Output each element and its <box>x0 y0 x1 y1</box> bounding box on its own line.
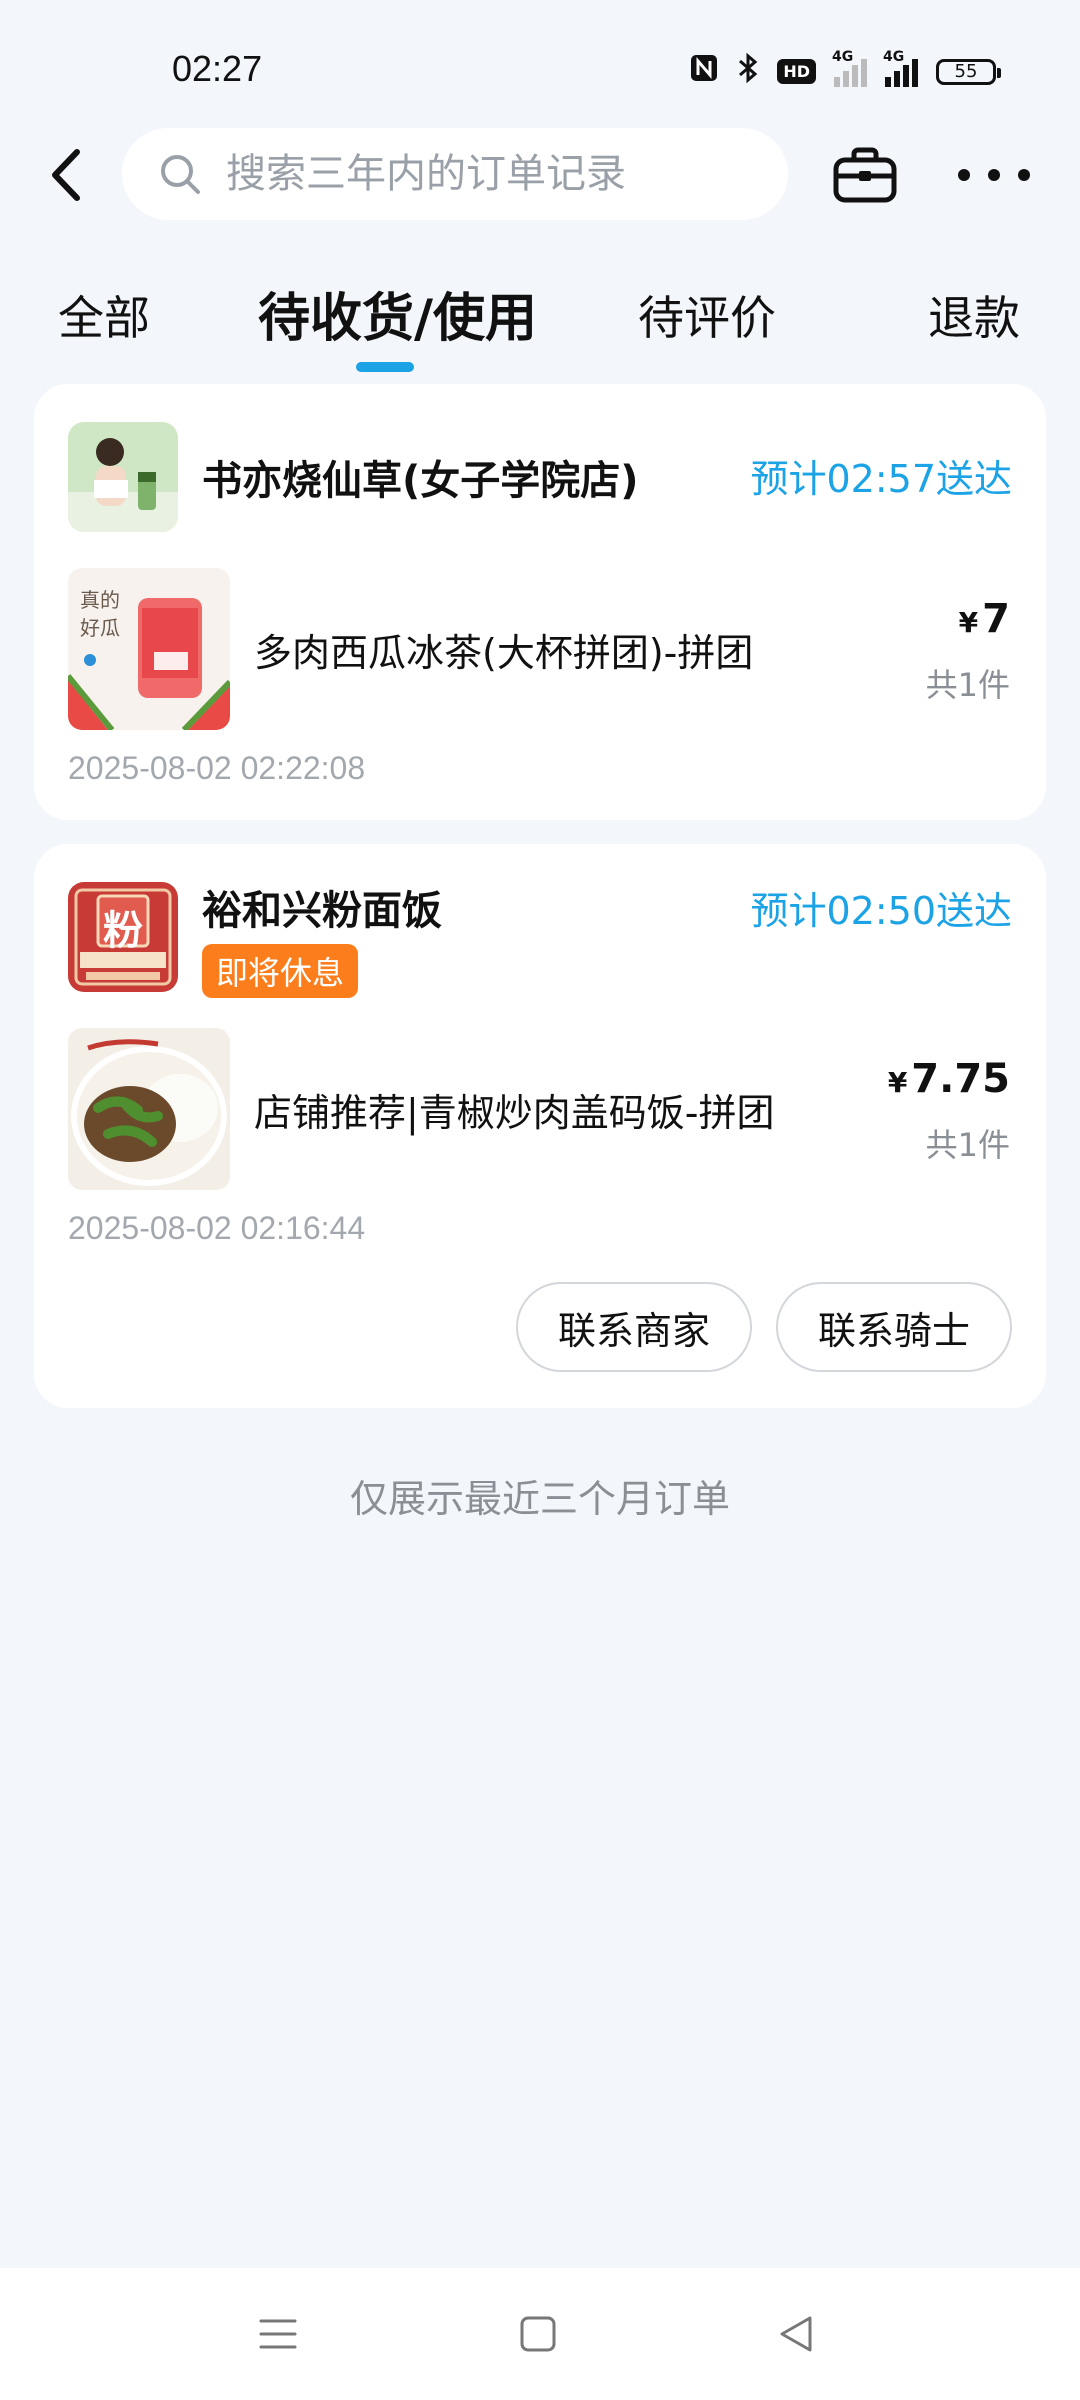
contact-merchant-button[interactable]: 联系商家 <box>516 1282 752 1372</box>
item-name[interactable]: 多肉西瓜冰茶(大杯拼团)-拼团 <box>254 622 753 677</box>
home-button[interactable] <box>508 2304 568 2364</box>
tab-pending-review[interactable]: 待评价 <box>638 282 776 348</box>
item-name[interactable]: 店铺推荐|青椒炒肉盖码饭-拼团 <box>254 1082 775 1137</box>
status-time: 02:27 <box>172 48 263 89</box>
delivery-eta: 预计02:50送达 <box>750 889 1012 933</box>
shop-logo[interactable]: 粉 <box>68 882 178 992</box>
search-bar[interactable] <box>122 128 788 220</box>
battery-icon: 55 <box>936 58 1001 85</box>
thumb-caption: 真的好瓜 <box>80 588 120 640</box>
tab-pending-receipt[interactable]: 待收货/使用 <box>258 276 537 351</box>
shop-name[interactable]: 裕和兴粉面饭 <box>202 878 442 936</box>
item-price: ¥7 <box>959 596 1010 642</box>
search-input[interactable] <box>224 150 748 198</box>
more-icon <box>958 169 970 181</box>
price-amount: 7.75 <box>911 1056 1010 1102</box>
battery-level: 55 <box>954 61 978 82</box>
order-card[interactable]: 粉 裕和兴粉面饭 即将休息 预计02:50送达 店铺推荐|青椒炒肉盖码饭-拼团 … <box>34 844 1046 1408</box>
item-thumbnail[interactable] <box>68 1028 230 1190</box>
currency-symbol: ¥ <box>958 606 979 639</box>
back-nav-button[interactable] <box>766 2304 826 2364</box>
delivery-eta: 预计02:57送达 <box>750 457 1012 501</box>
footer-note: 仅展示最近三个月订单 <box>349 1477 730 1521</box>
tab-refund[interactable]: 退款 <box>928 282 1020 348</box>
menu-icon <box>259 2319 297 2349</box>
item-price: ¥7.75 <box>888 1056 1010 1102</box>
more-button[interactable] <box>958 150 1030 200</box>
network-type: 4G <box>832 48 854 65</box>
toolbox-icon <box>833 147 897 203</box>
system-nav-bar <box>0 2268 1080 2400</box>
price-amount: 7 <box>982 596 1010 642</box>
item-thumbnail[interactable]: 真的好瓜 <box>68 568 230 730</box>
item-quantity: 共1件 <box>925 666 1010 704</box>
toolbox-button[interactable] <box>830 140 900 210</box>
order-card[interactable]: 书亦烧仙草(女子学院店) 预计02:57送达 真的好瓜 多肉西瓜冰茶(大杯拼团)… <box>34 384 1046 820</box>
active-tab-indicator <box>356 362 414 372</box>
order-tabs: 全部 待收货/使用 待评价 退款 <box>0 270 1080 380</box>
contact-rider-button[interactable]: 联系骑士 <box>776 1282 1012 1372</box>
back-button[interactable] <box>40 140 92 210</box>
status-icons: HD 4G 4G 55 <box>689 49 1001 91</box>
network-type: 4G <box>883 48 905 65</box>
bluetooth-icon <box>737 52 759 91</box>
status-bar: 02:27 HD 4G 4G 55 <box>0 0 1080 120</box>
signal-icon: 4G <box>883 49 918 87</box>
tab-all[interactable]: 全部 <box>58 282 150 348</box>
nfc-icon <box>689 53 719 90</box>
logo-text: 粉 <box>103 908 143 954</box>
order-time: 2025-08-02 02:22:08 <box>68 750 366 786</box>
shop-name[interactable]: 书亦烧仙草(女子学院店) <box>202 448 639 506</box>
hd-icon: HD <box>777 59 816 84</box>
search-icon <box>161 155 200 194</box>
signal-icon: 4G <box>832 49 867 87</box>
menu-button[interactable] <box>248 2304 308 2364</box>
item-quantity: 共1件 <box>925 1126 1010 1164</box>
currency-symbol: ¥ <box>887 1066 908 1099</box>
back-icon <box>52 149 80 201</box>
status-badge: 即将休息 <box>202 944 359 998</box>
back-triangle-icon <box>780 2316 812 2352</box>
shop-logo[interactable] <box>68 422 178 532</box>
home-icon <box>520 2316 556 2352</box>
order-time: 2025-08-02 02:16:44 <box>68 1210 366 1246</box>
